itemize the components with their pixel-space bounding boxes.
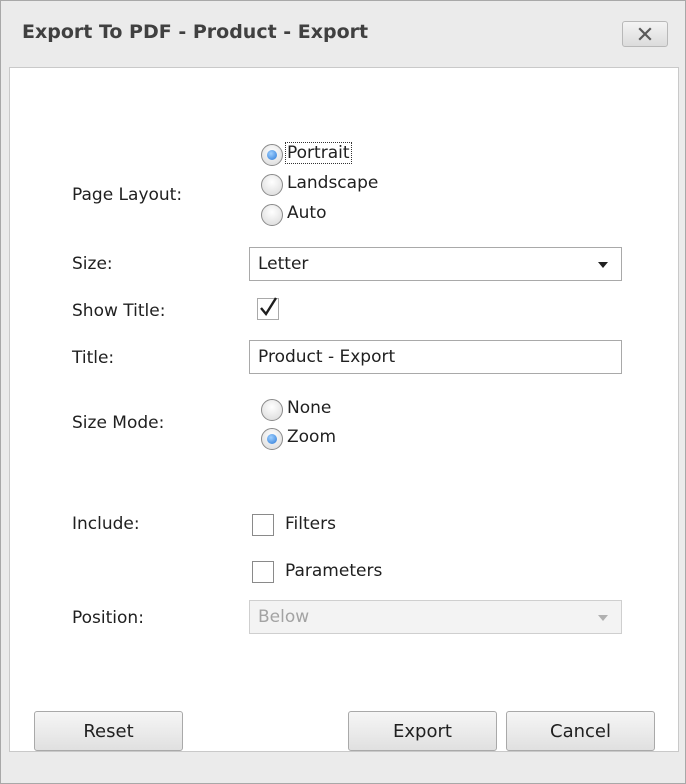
option-zoom-label: Zoom [287, 427, 337, 447]
page-layout-label: Page Layout: [72, 185, 183, 205]
cancel-button[interactable]: Cancel [506, 711, 655, 751]
option-auto-label: Auto [287, 203, 327, 223]
radio-portrait[interactable] [261, 144, 283, 166]
filters-checkbox[interactable] [252, 514, 274, 536]
show-title-checkbox[interactable] [257, 297, 279, 320]
filters-label: Filters [285, 514, 336, 534]
title-input-value: Product - Export [258, 347, 396, 367]
reset-button[interactable]: Reset [34, 711, 183, 751]
export-pdf-dialog: Export To PDF - Product - Export Page La… [0, 0, 686, 784]
chevron-down-icon [598, 615, 608, 621]
option-landscape-label: Landscape [287, 173, 379, 193]
option-none-label: None [287, 398, 332, 418]
option-portrait-label: Portrait [285, 142, 352, 164]
position-select-value: Below [258, 607, 310, 627]
position-select[interactable]: Below [249, 600, 622, 634]
checkmark-icon [260, 297, 278, 317]
export-button[interactable]: Export [348, 711, 497, 751]
radio-zoom[interactable] [261, 428, 283, 450]
dialog-title: Export To PDF - Product - Export [22, 21, 369, 43]
title-label: Title: [72, 348, 115, 368]
size-select-value: Letter [258, 254, 309, 274]
parameters-label: Parameters [285, 561, 383, 581]
size-label: Size: [72, 254, 113, 274]
show-title-label: Show Title: [72, 301, 166, 321]
chevron-down-icon [598, 262, 608, 268]
include-label: Include: [72, 514, 140, 534]
position-label: Position: [72, 608, 144, 628]
size-select[interactable]: Letter [249, 247, 622, 281]
title-bar: Export To PDF - Product - Export [1, 1, 685, 67]
parameters-checkbox[interactable] [252, 561, 274, 583]
radio-landscape[interactable] [261, 174, 283, 196]
radio-selected-dot [267, 150, 277, 160]
dialog-body: Page Layout: Portrait Landscape Auto Siz… [9, 67, 679, 752]
radio-auto[interactable] [261, 204, 283, 226]
close-button[interactable] [622, 21, 668, 47]
radio-none[interactable] [261, 399, 283, 421]
close-icon [638, 27, 652, 41]
size-mode-label: Size Mode: [72, 413, 165, 433]
title-input[interactable]: Product - Export [249, 340, 622, 374]
radio-selected-dot [267, 434, 277, 444]
